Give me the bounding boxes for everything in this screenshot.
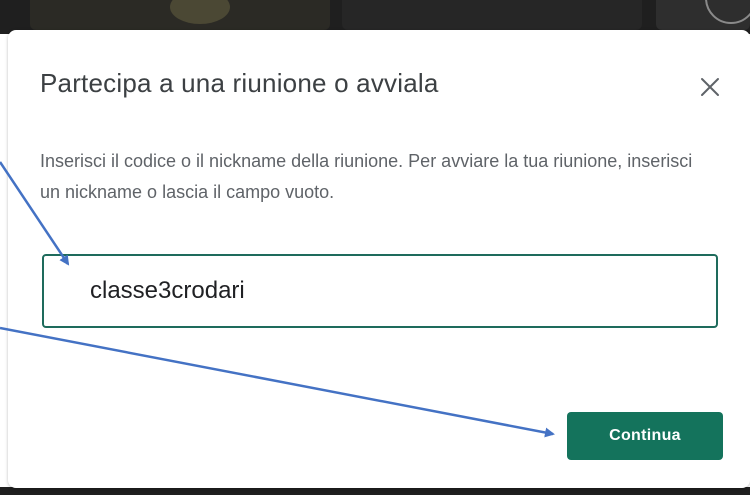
video-strip-bottom xyxy=(0,487,750,495)
video-tile xyxy=(342,0,642,30)
close-button[interactable] xyxy=(693,70,727,104)
continue-button[interactable]: Continua xyxy=(567,412,723,460)
join-meeting-dialog: Partecipa a una riunione o avviala Inser… xyxy=(8,30,750,488)
screenshot: Partecipa a una riunione o avviala Inser… xyxy=(0,0,750,495)
close-icon xyxy=(701,78,719,96)
meeting-code-input[interactable] xyxy=(42,254,718,328)
dialog-title: Partecipa a una riunione o avviala xyxy=(40,68,439,98)
video-strip xyxy=(0,0,750,34)
dialog-description: Inserisci il codice o il nickname della … xyxy=(40,151,693,202)
